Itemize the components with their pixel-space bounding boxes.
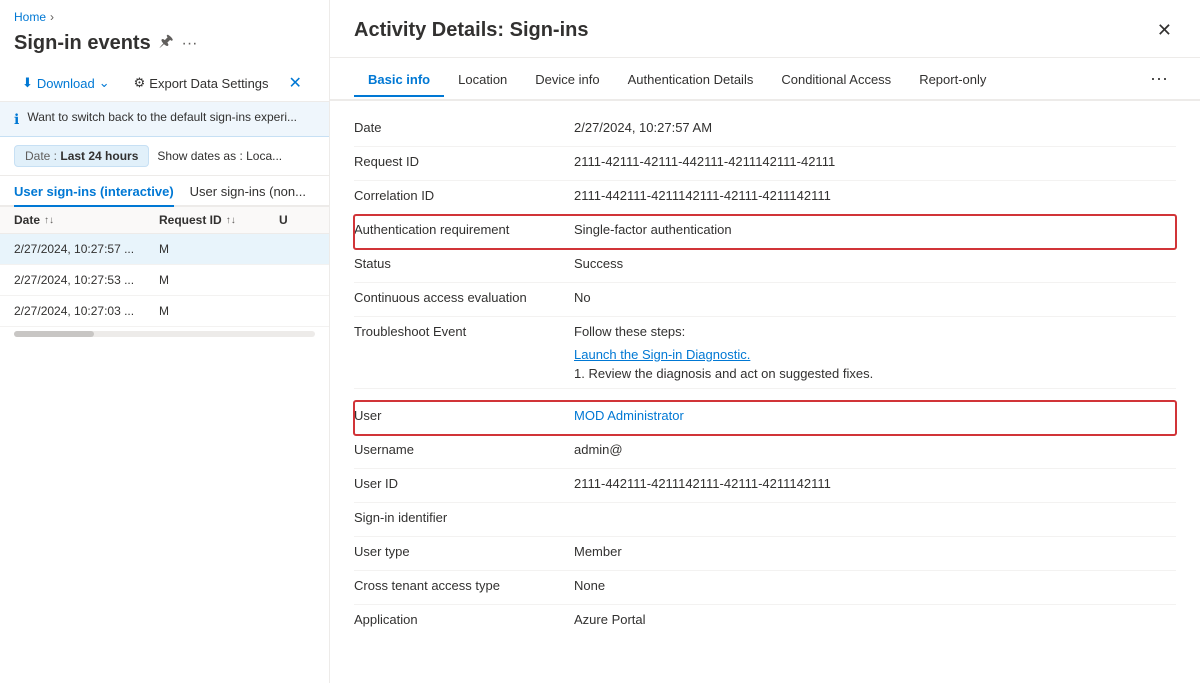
pin-icon[interactable]: 🖈 bbox=[159, 30, 174, 57]
detail-value-status: Success bbox=[574, 256, 1176, 271]
detail-value-application: Azure Portal bbox=[574, 612, 1176, 627]
tab-noninteractive[interactable]: User sign-ins (non... bbox=[190, 176, 306, 207]
troubleshoot-follow: Follow these steps: bbox=[574, 324, 1176, 339]
download-icon: ⬇ bbox=[22, 75, 33, 91]
filter-date-label: Date : bbox=[25, 149, 60, 163]
panel-title: Activity Details: Sign-ins bbox=[354, 19, 589, 42]
page-title: Sign-in events bbox=[14, 32, 151, 55]
detail-label-user: User bbox=[354, 408, 574, 423]
detail-row-status: Status Success bbox=[354, 249, 1176, 283]
cell-date: 2/27/2024, 10:27:53 ... bbox=[14, 273, 159, 287]
horizontal-scrollbar[interactable] bbox=[0, 327, 329, 341]
panel-tab-conditional-access[interactable]: Conditional Access bbox=[767, 62, 905, 97]
table-row[interactable]: 2/27/2024, 10:27:53 ... M bbox=[0, 265, 329, 296]
show-dates-text: Show dates as : Loca... bbox=[157, 149, 282, 163]
detail-value-cross-tenant: None bbox=[574, 578, 1176, 593]
detail-label-username: Username bbox=[354, 442, 574, 457]
col-header-requestid: Request ID ↑↓ bbox=[159, 213, 279, 227]
detail-value-user[interactable]: MOD Administrator bbox=[574, 408, 1176, 423]
info-banner-text: Want to switch back to the default sign-… bbox=[27, 110, 297, 124]
sort-date-icon[interactable]: ↑↓ bbox=[44, 215, 54, 226]
detail-label-cross-tenant: Cross tenant access type bbox=[354, 578, 574, 593]
cell-date: 2/27/2024, 10:27:57 ... bbox=[14, 242, 159, 256]
detail-row-application: Application Azure Portal bbox=[354, 605, 1176, 639]
detail-label-status: Status bbox=[354, 256, 574, 271]
gear-icon: ⚙ bbox=[134, 75, 146, 91]
tab-interactive[interactable]: User sign-ins (interactive) bbox=[14, 176, 174, 207]
detail-label-auth-requirement: Authentication requirement bbox=[354, 222, 574, 237]
sort-reqid-icon[interactable]: ↑↓ bbox=[226, 215, 236, 226]
troubleshoot-step: 1. Review the diagnosis and act on sugge… bbox=[574, 366, 1176, 381]
col-header-date: Date ↑↓ bbox=[14, 213, 159, 227]
table-row[interactable]: 2/27/2024, 10:27:57 ... M bbox=[0, 234, 329, 265]
export-data-settings-button[interactable]: ⚙ Export Data Settings bbox=[126, 71, 277, 95]
filter-date-value: Last 24 hours bbox=[60, 149, 138, 163]
cell-reqid: M bbox=[159, 242, 279, 256]
download-chevron-icon: ⌄ bbox=[99, 75, 110, 91]
panel-tab-report-only[interactable]: Report-only bbox=[905, 62, 1000, 97]
cell-reqid: M bbox=[159, 273, 279, 287]
detail-label-signin-identifier: Sign-in identifier bbox=[354, 510, 574, 525]
detail-value-request-id: 2111-42111-42111-442111-4211142111-42111 bbox=[574, 154, 1176, 169]
detail-row-username: Username admin@ bbox=[354, 435, 1176, 469]
detail-label-continuous-access: Continuous access evaluation bbox=[354, 290, 574, 305]
detail-label-application: Application bbox=[354, 612, 574, 627]
close-panel-button[interactable]: ✕ bbox=[1153, 16, 1176, 45]
detail-value-date: 2/27/2024, 10:27:57 AM bbox=[574, 120, 1176, 135]
panel-tab-location[interactable]: Location bbox=[444, 62, 521, 97]
detail-label-troubleshoot: Troubleshoot Event bbox=[354, 324, 574, 339]
table-row[interactable]: 2/27/2024, 10:27:03 ... M bbox=[0, 296, 329, 327]
download-button[interactable]: ⬇ Download ⌄ bbox=[14, 71, 118, 95]
breadcrumb-home[interactable]: Home bbox=[14, 10, 46, 24]
detail-value-continuous-access: No bbox=[574, 290, 1176, 305]
detail-row-user-type: User type Member bbox=[354, 537, 1176, 571]
more-options-icon[interactable]: ··· bbox=[182, 35, 198, 53]
detail-label-request-id: Request ID bbox=[354, 154, 574, 169]
detail-row-user-id: User ID 2111-442111-4211142111-42111-421… bbox=[354, 469, 1176, 503]
cell-reqid: M bbox=[159, 304, 279, 318]
troubleshoot-link[interactable]: Launch the Sign-in Diagnostic. bbox=[574, 347, 1176, 362]
detail-label-correlation-id: Correlation ID bbox=[354, 188, 574, 203]
detail-value-user-id: 2111-442111-4211142111-42111-4211142111 bbox=[574, 476, 1176, 491]
col-header-u: U bbox=[279, 213, 315, 227]
detail-row-cross-tenant: Cross tenant access type None bbox=[354, 571, 1176, 605]
detail-label-date: Date bbox=[354, 120, 574, 135]
scrollbar-thumb bbox=[14, 331, 94, 337]
date-filter-pill[interactable]: Date : Last 24 hours bbox=[14, 145, 149, 167]
detail-row-troubleshoot: Troubleshoot Event Follow these steps: L… bbox=[354, 317, 1176, 389]
panel-tab-device[interactable]: Device info bbox=[521, 62, 613, 97]
breadcrumb-separator: › bbox=[50, 10, 54, 24]
detail-label-user-id: User ID bbox=[354, 476, 574, 491]
detail-row-auth-requirement: Authentication requirement Single-factor… bbox=[354, 215, 1176, 249]
detail-value-auth-requirement: Single-factor authentication bbox=[574, 222, 1176, 237]
detail-row-continuous-access: Continuous access evaluation No bbox=[354, 283, 1176, 317]
panel-tabs-more-icon[interactable]: ··· bbox=[1142, 58, 1176, 99]
detail-value-troubleshoot: Follow these steps: Launch the Sign-in D… bbox=[574, 324, 1176, 381]
panel-content: Date 2/27/2024, 10:27:57 AM Request ID 2… bbox=[330, 101, 1200, 683]
scrollbar-track bbox=[14, 331, 315, 337]
cell-date: 2/27/2024, 10:27:03 ... bbox=[14, 304, 159, 318]
info-icon: ℹ bbox=[14, 111, 19, 128]
breadcrumb: Home › bbox=[0, 0, 329, 28]
detail-value-username: admin@ bbox=[574, 442, 1176, 457]
detail-label-user-type: User type bbox=[354, 544, 574, 559]
panel-tab-auth-details[interactable]: Authentication Details bbox=[614, 62, 768, 97]
detail-value-user-type: Member bbox=[574, 544, 1176, 559]
detail-value-correlation-id: 2111-442111-4211142111-42111-4211142111 bbox=[574, 188, 1176, 203]
close-filter-icon[interactable]: ✕ bbox=[289, 73, 302, 93]
detail-row-date: Date 2/27/2024, 10:27:57 AM bbox=[354, 113, 1176, 147]
detail-row-request-id: Request ID 2111-42111-42111-442111-42111… bbox=[354, 147, 1176, 181]
panel-tab-basic[interactable]: Basic info bbox=[354, 62, 444, 97]
detail-row-user: User MOD Administrator bbox=[354, 401, 1176, 435]
detail-row-correlation-id: Correlation ID 2111-442111-4211142111-42… bbox=[354, 181, 1176, 215]
detail-row-signin-identifier: Sign-in identifier bbox=[354, 503, 1176, 537]
